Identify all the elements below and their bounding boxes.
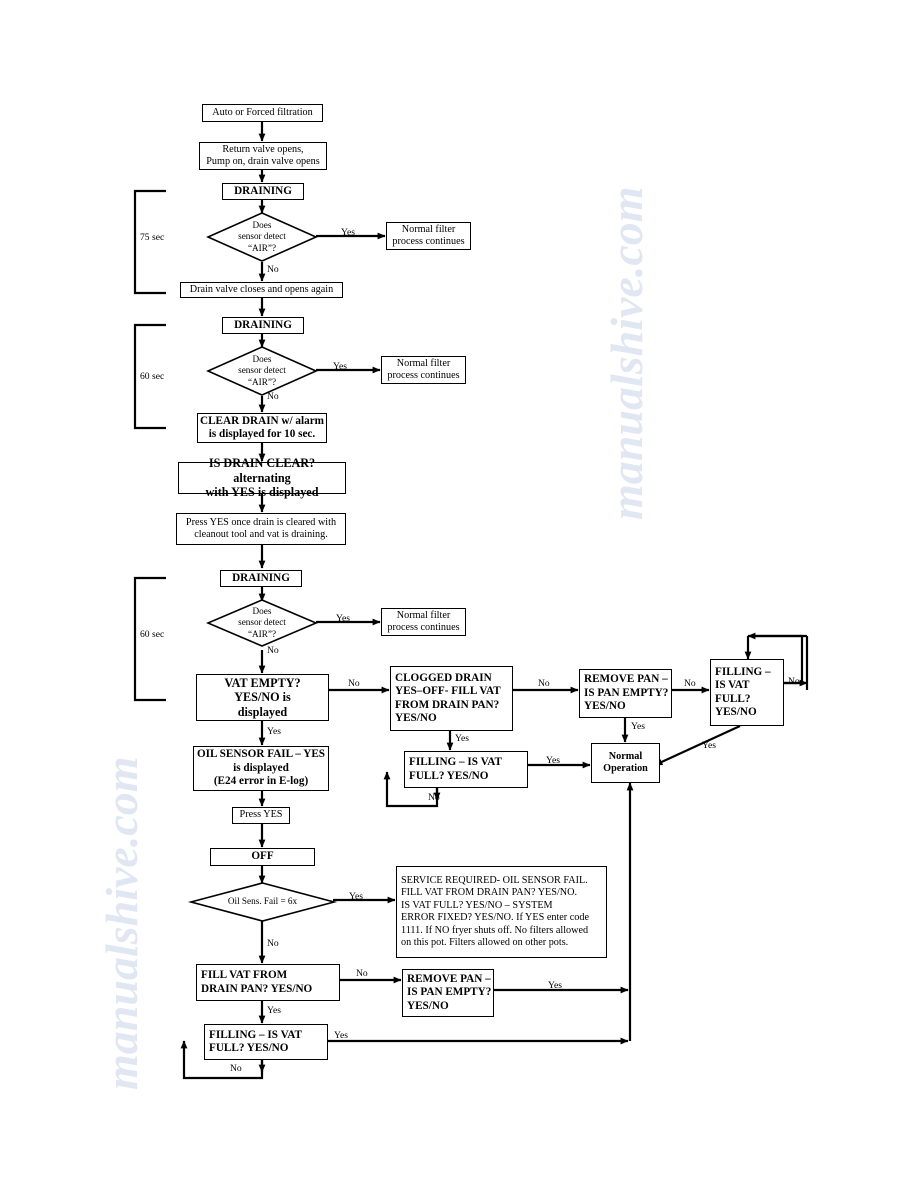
- node-return-valve-opens: Return valve opens, Pump on, drain valve…: [199, 142, 327, 170]
- edge-label-yes: Yes: [546, 755, 560, 766]
- node-normal-filter-process-2: Normal filter process continues: [381, 356, 466, 384]
- watermark-text: manualshive.com: [96, 756, 147, 1090]
- edge-label-yes: Yes: [702, 740, 716, 751]
- timing-label-60-sec-a: 60 sec: [140, 371, 165, 382]
- decision-does-sensor-detect-air-1: Does sensor detect “AIR”?: [206, 212, 318, 262]
- edge-label-no: No: [230, 1063, 242, 1074]
- node-is-drain-clear: IS DRAIN CLEAR? alternating with YES is …: [178, 456, 346, 499]
- decision-does-sensor-detect-air-2: Does sensor detect “AIR”?: [206, 346, 318, 396]
- edge-label-yes: Yes: [455, 733, 469, 744]
- node-draining-3: DRAINING: [220, 570, 302, 587]
- edge-label-yes: Yes: [267, 1005, 281, 1016]
- node-draining-1: DRAINING: [222, 183, 304, 200]
- edge-label-no: No: [788, 676, 800, 687]
- edge-label-no: No: [356, 968, 368, 979]
- edge-label-yes: Yes: [333, 361, 347, 372]
- decision-does-sensor-detect-air-3: Does sensor detect “AIR”?: [205, 599, 319, 647]
- edge-label-yes: Yes: [631, 721, 645, 732]
- node-draining-2: DRAINING: [222, 317, 304, 334]
- edge-label-yes: Yes: [341, 227, 355, 238]
- edge-label-yes: Yes: [334, 1030, 348, 1041]
- node-fill-vat-from-drain-pan: FILL VAT FROM DRAIN PAN? YES/NO: [196, 964, 340, 1001]
- node-oil-sensor-fail: OIL SENSOR FAIL – YES is displayed (E24 …: [193, 746, 329, 791]
- edge-label-yes: Yes: [336, 613, 350, 624]
- node-drain-valve-closes: Drain valve closes and opens again: [180, 282, 343, 298]
- edge-label-no: No: [267, 938, 279, 949]
- flowchart-page: manualshive.com manualshive.com Auto or …: [0, 0, 918, 1188]
- node-filling-is-vat-full-right: FILLING – IS VAT FULL? YES/NO: [710, 659, 784, 726]
- node-clear-drain-alarm: CLEAR DRAIN w/ alarm is displayed for 10…: [197, 413, 327, 443]
- node-filling-is-vat-full-bottom: FILLING – IS VAT FULL? YES/NO: [204, 1024, 328, 1060]
- edge-label-no: No: [684, 678, 696, 689]
- node-service-required: SERVICE REQUIRED- OIL SENSOR FAIL. FILL …: [396, 866, 607, 958]
- node-off: OFF: [210, 848, 315, 866]
- node-filling-is-vat-full-mid: FILLING – IS VAT FULL? YES/NO: [404, 751, 528, 788]
- node-vat-empty: VAT EMPTY? YES/NO is displayed: [196, 674, 329, 721]
- node-press-yes-once-drain-cleared: Press YES once drain is cleared with cle…: [176, 513, 346, 545]
- timing-label-60-sec-b: 60 sec: [140, 629, 165, 640]
- timing-label-75-sec: 75 sec: [140, 232, 165, 243]
- node-clogged-drain: CLOGGED DRAIN YES–OFF- FILL VAT FROM DRA…: [390, 666, 513, 731]
- edge-label-no: No: [267, 264, 279, 275]
- decision-oil-sens-fail-6x: Oil Sens. Fail = 6x: [187, 882, 338, 922]
- node-normal-filter-process-3: Normal filter process continues: [381, 608, 466, 636]
- edge-label-yes: Yes: [349, 891, 363, 902]
- edge-label-yes: Yes: [267, 726, 281, 737]
- edge-label-no: No: [428, 792, 440, 803]
- node-press-yes: Press YES: [232, 807, 290, 824]
- edge-label-no: No: [538, 678, 550, 689]
- edge-label-no: No: [267, 645, 279, 656]
- node-auto-or-forced-filtration: Auto or Forced filtration: [202, 104, 323, 122]
- edge-label-yes: Yes: [548, 980, 562, 991]
- edge-label-no: No: [348, 678, 360, 689]
- node-remove-pan-bottom: REMOVE PAN – IS PAN EMPTY? YES/NO: [402, 969, 494, 1017]
- node-normal-operation: Normal Operation: [591, 743, 660, 783]
- node-remove-pan-top: REMOVE PAN – IS PAN EMPTY? YES/NO: [579, 669, 672, 718]
- node-normal-filter-process-1: Normal filter process continues: [386, 222, 471, 250]
- edge-label-no: No: [267, 391, 279, 402]
- watermark-text: manualshive.com: [601, 186, 652, 520]
